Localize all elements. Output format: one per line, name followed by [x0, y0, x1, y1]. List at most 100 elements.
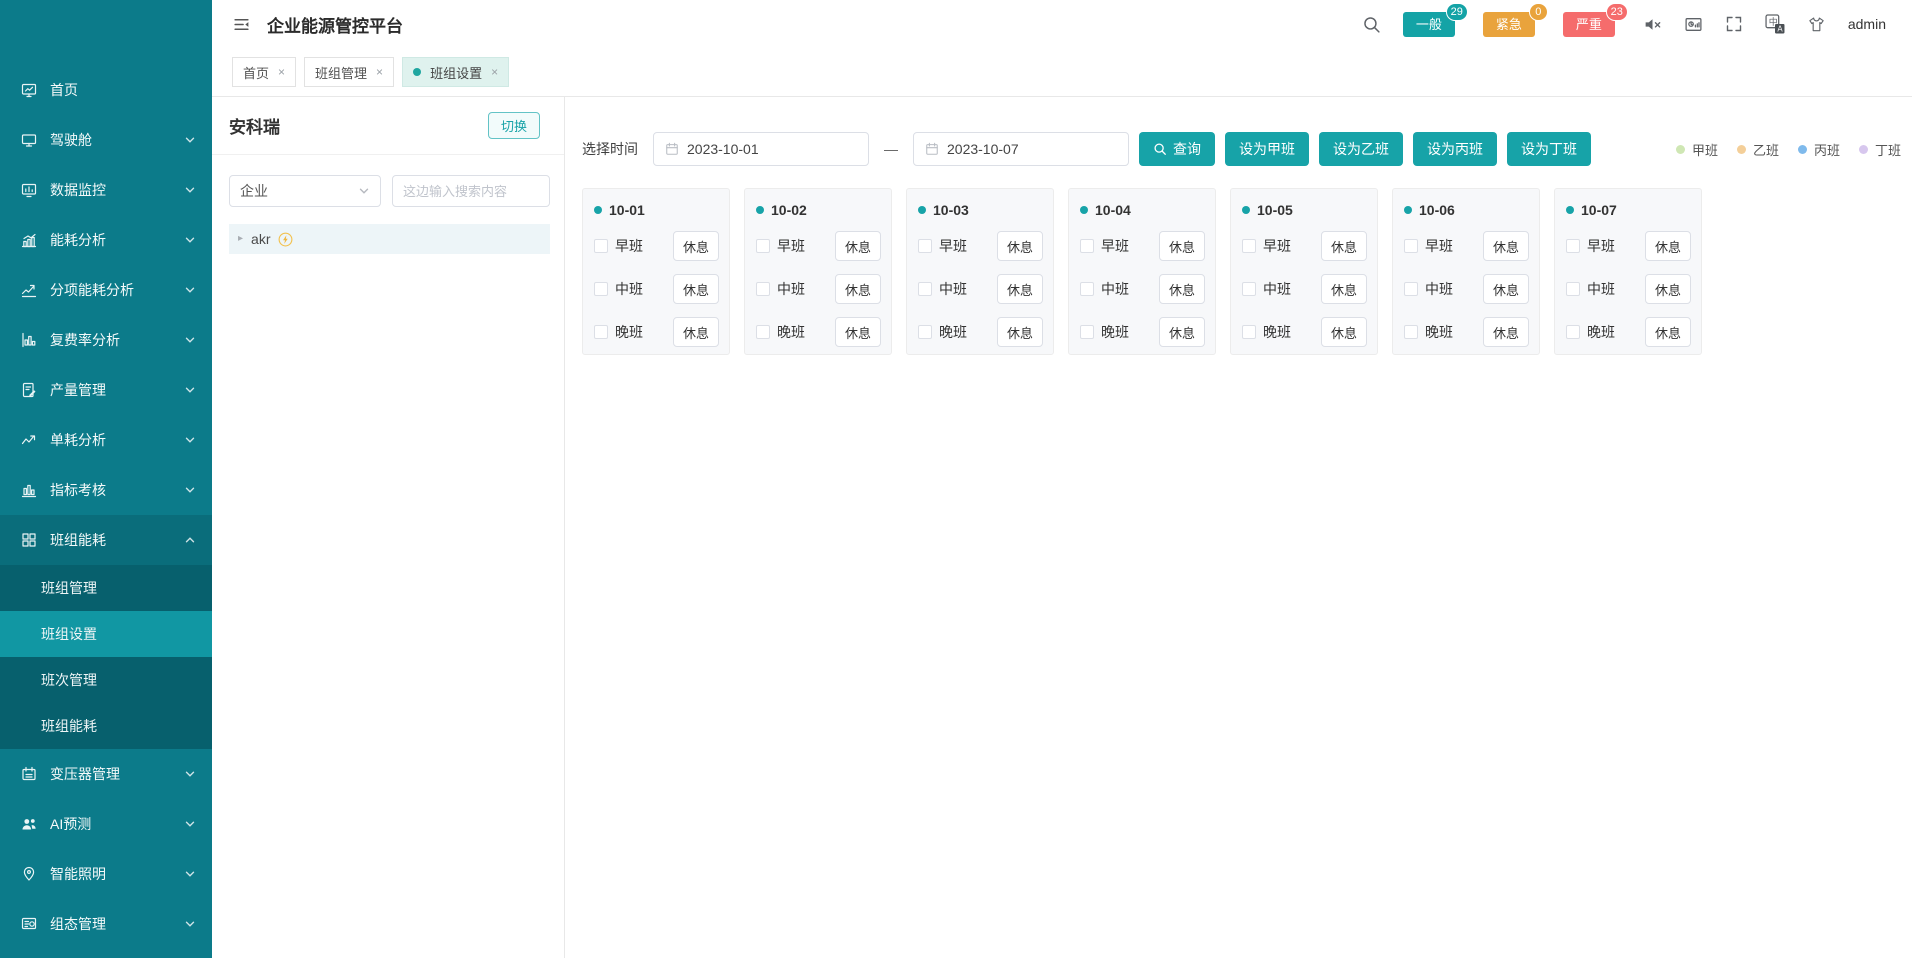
sidebar-item-tariff-analysis[interactable]: 复费率分析 — [0, 315, 212, 365]
tree-node-akr[interactable]: ▸ akr — [229, 224, 550, 254]
shift-checkbox[interactable] — [1404, 239, 1418, 253]
tab-team-settings[interactable]: 班组设置× — [402, 57, 509, 87]
set-team-c-button[interactable]: 设为丙班 — [1413, 132, 1497, 166]
shift-checkbox[interactable] — [594, 282, 608, 296]
sidebar-item-smart-lighting[interactable]: 智能照明 — [0, 849, 212, 899]
shift-checkbox[interactable] — [1242, 239, 1256, 253]
sidebar-item-cockpit[interactable]: 驾驶舱 — [0, 115, 212, 165]
rest-button[interactable]: 休息 — [1159, 317, 1205, 347]
end-date-value[interactable] — [947, 141, 1117, 157]
rest-button[interactable]: 休息 — [835, 231, 881, 261]
set-team-b-button[interactable]: 设为乙班 — [1319, 132, 1403, 166]
shift-checkbox[interactable] — [594, 325, 608, 339]
set-team-a-button[interactable]: 设为甲班 — [1225, 132, 1309, 166]
sidebar-item-data-monitoring[interactable]: 数据监控 — [0, 165, 212, 215]
alarm-badge-normal[interactable]: 一般29 — [1403, 12, 1455, 37]
translate-icon[interactable]: 中A — [1765, 14, 1785, 34]
switch-button[interactable]: 切换 — [488, 112, 540, 139]
chevron-down-icon — [184, 818, 196, 830]
start-date-value[interactable] — [687, 141, 857, 157]
chevron-down-icon — [184, 768, 196, 780]
sidebar-item-team-energy[interactable]: 班组能耗 — [0, 515, 212, 565]
sidebar-subitem-shift-management[interactable]: 班次管理 — [0, 657, 212, 703]
rest-button[interactable]: 休息 — [1321, 231, 1367, 261]
big-screen-icon[interactable] — [1684, 15, 1703, 34]
shift-checkbox[interactable] — [1242, 282, 1256, 296]
day-card: 10-04早班休息中班休息晚班休息 — [1068, 188, 1216, 355]
rest-button[interactable]: 休息 — [1483, 317, 1529, 347]
shift-row: 早班休息 — [1080, 231, 1205, 261]
shift-checkbox[interactable] — [594, 239, 608, 253]
shift-checkbox[interactable] — [1080, 282, 1094, 296]
shift-checkbox[interactable] — [1404, 282, 1418, 296]
theme-icon[interactable] — [1807, 15, 1826, 34]
tree-search-input[interactable] — [392, 175, 550, 207]
tab-team-management[interactable]: 班组管理× — [304, 57, 394, 87]
rest-button[interactable]: 休息 — [1483, 274, 1529, 304]
rest-button[interactable]: 休息 — [1159, 231, 1205, 261]
rest-button[interactable]: 休息 — [835, 274, 881, 304]
caret-right-icon[interactable]: ▸ — [238, 234, 243, 244]
rest-button[interactable]: 休息 — [997, 274, 1043, 304]
shift-checkbox[interactable] — [1080, 325, 1094, 339]
rest-button[interactable]: 休息 — [997, 231, 1043, 261]
shift-checkbox[interactable] — [756, 325, 770, 339]
shift-checkbox[interactable] — [918, 282, 932, 296]
sidebar-item-scada-management[interactable]: 组态管理 — [0, 899, 212, 949]
rest-button[interactable]: 休息 — [673, 317, 719, 347]
shift-checkbox[interactable] — [1566, 325, 1580, 339]
rest-button[interactable]: 休息 — [997, 317, 1043, 347]
org-type-select[interactable]: 企业 — [229, 175, 381, 207]
rest-button[interactable]: 休息 — [673, 231, 719, 261]
collapse-menu-icon[interactable] — [232, 15, 251, 34]
shift-checkbox[interactable] — [918, 239, 932, 253]
rest-button[interactable]: 休息 — [1321, 317, 1367, 347]
column-chart-icon — [21, 482, 37, 498]
alarm-badge-urgent[interactable]: 紧急0 — [1483, 12, 1535, 37]
sidebar-item-sub-energy-analysis[interactable]: 分项能耗分析 — [0, 265, 212, 315]
sidebar-subitem-team-energy-sub[interactable]: 班组能耗 — [0, 703, 212, 749]
rest-button[interactable]: 休息 — [1645, 317, 1691, 347]
fullscreen-icon[interactable] — [1725, 15, 1743, 33]
rest-button[interactable]: 休息 — [1645, 231, 1691, 261]
rest-button[interactable]: 休息 — [1159, 274, 1205, 304]
sidebar-item-unit-consumption[interactable]: 单耗分析 — [0, 415, 212, 465]
alarm-badge-critical[interactable]: 严重23 — [1563, 12, 1615, 37]
shift-checkbox[interactable] — [1566, 239, 1580, 253]
shift-label: 早班 — [615, 236, 643, 256]
shift-checkbox[interactable] — [918, 325, 932, 339]
rest-button[interactable]: 休息 — [835, 317, 881, 347]
close-icon[interactable]: × — [491, 65, 498, 79]
tab-home[interactable]: 首页× — [232, 57, 296, 87]
sidebar-subitem-team-settings[interactable]: 班组设置 — [0, 611, 212, 657]
sidebar-subitem-team-management[interactable]: 班组管理 — [0, 565, 212, 611]
end-date-input[interactable] — [913, 132, 1129, 166]
dashboard-screen-icon — [21, 132, 37, 148]
sidebar-item-production[interactable]: 产量管理 — [0, 365, 212, 415]
set-team-d-button[interactable]: 设为丁班 — [1507, 132, 1591, 166]
sidebar-item-transformer-management[interactable]: 变压器管理 — [0, 749, 212, 799]
sidebar-item-label: 变压器管理 — [50, 764, 120, 784]
legend-item: 甲班 — [1676, 140, 1718, 159]
username[interactable]: admin — [1848, 16, 1886, 32]
rest-button[interactable]: 休息 — [673, 274, 719, 304]
close-icon[interactable]: × — [376, 65, 383, 79]
shift-checkbox[interactable] — [1566, 282, 1580, 296]
rest-button[interactable]: 休息 — [1483, 231, 1529, 261]
query-button[interactable]: 查询 — [1139, 132, 1215, 166]
search-icon[interactable] — [1362, 15, 1381, 34]
shift-checkbox[interactable] — [1080, 239, 1094, 253]
shift-checkbox[interactable] — [756, 282, 770, 296]
sidebar-item-energy-analysis[interactable]: 能耗分析 — [0, 215, 212, 265]
mute-icon[interactable] — [1643, 15, 1662, 34]
start-date-input[interactable] — [653, 132, 869, 166]
sidebar-item-home[interactable]: 首页 — [0, 65, 212, 115]
rest-button[interactable]: 休息 — [1645, 274, 1691, 304]
shift-checkbox[interactable] — [1242, 325, 1256, 339]
sidebar-item-kpi-assessment[interactable]: 指标考核 — [0, 465, 212, 515]
shift-checkbox[interactable] — [756, 239, 770, 253]
sidebar-item-ai-forecast[interactable]: AI预测 — [0, 799, 212, 849]
close-icon[interactable]: × — [278, 65, 285, 79]
rest-button[interactable]: 休息 — [1321, 274, 1367, 304]
shift-checkbox[interactable] — [1404, 325, 1418, 339]
